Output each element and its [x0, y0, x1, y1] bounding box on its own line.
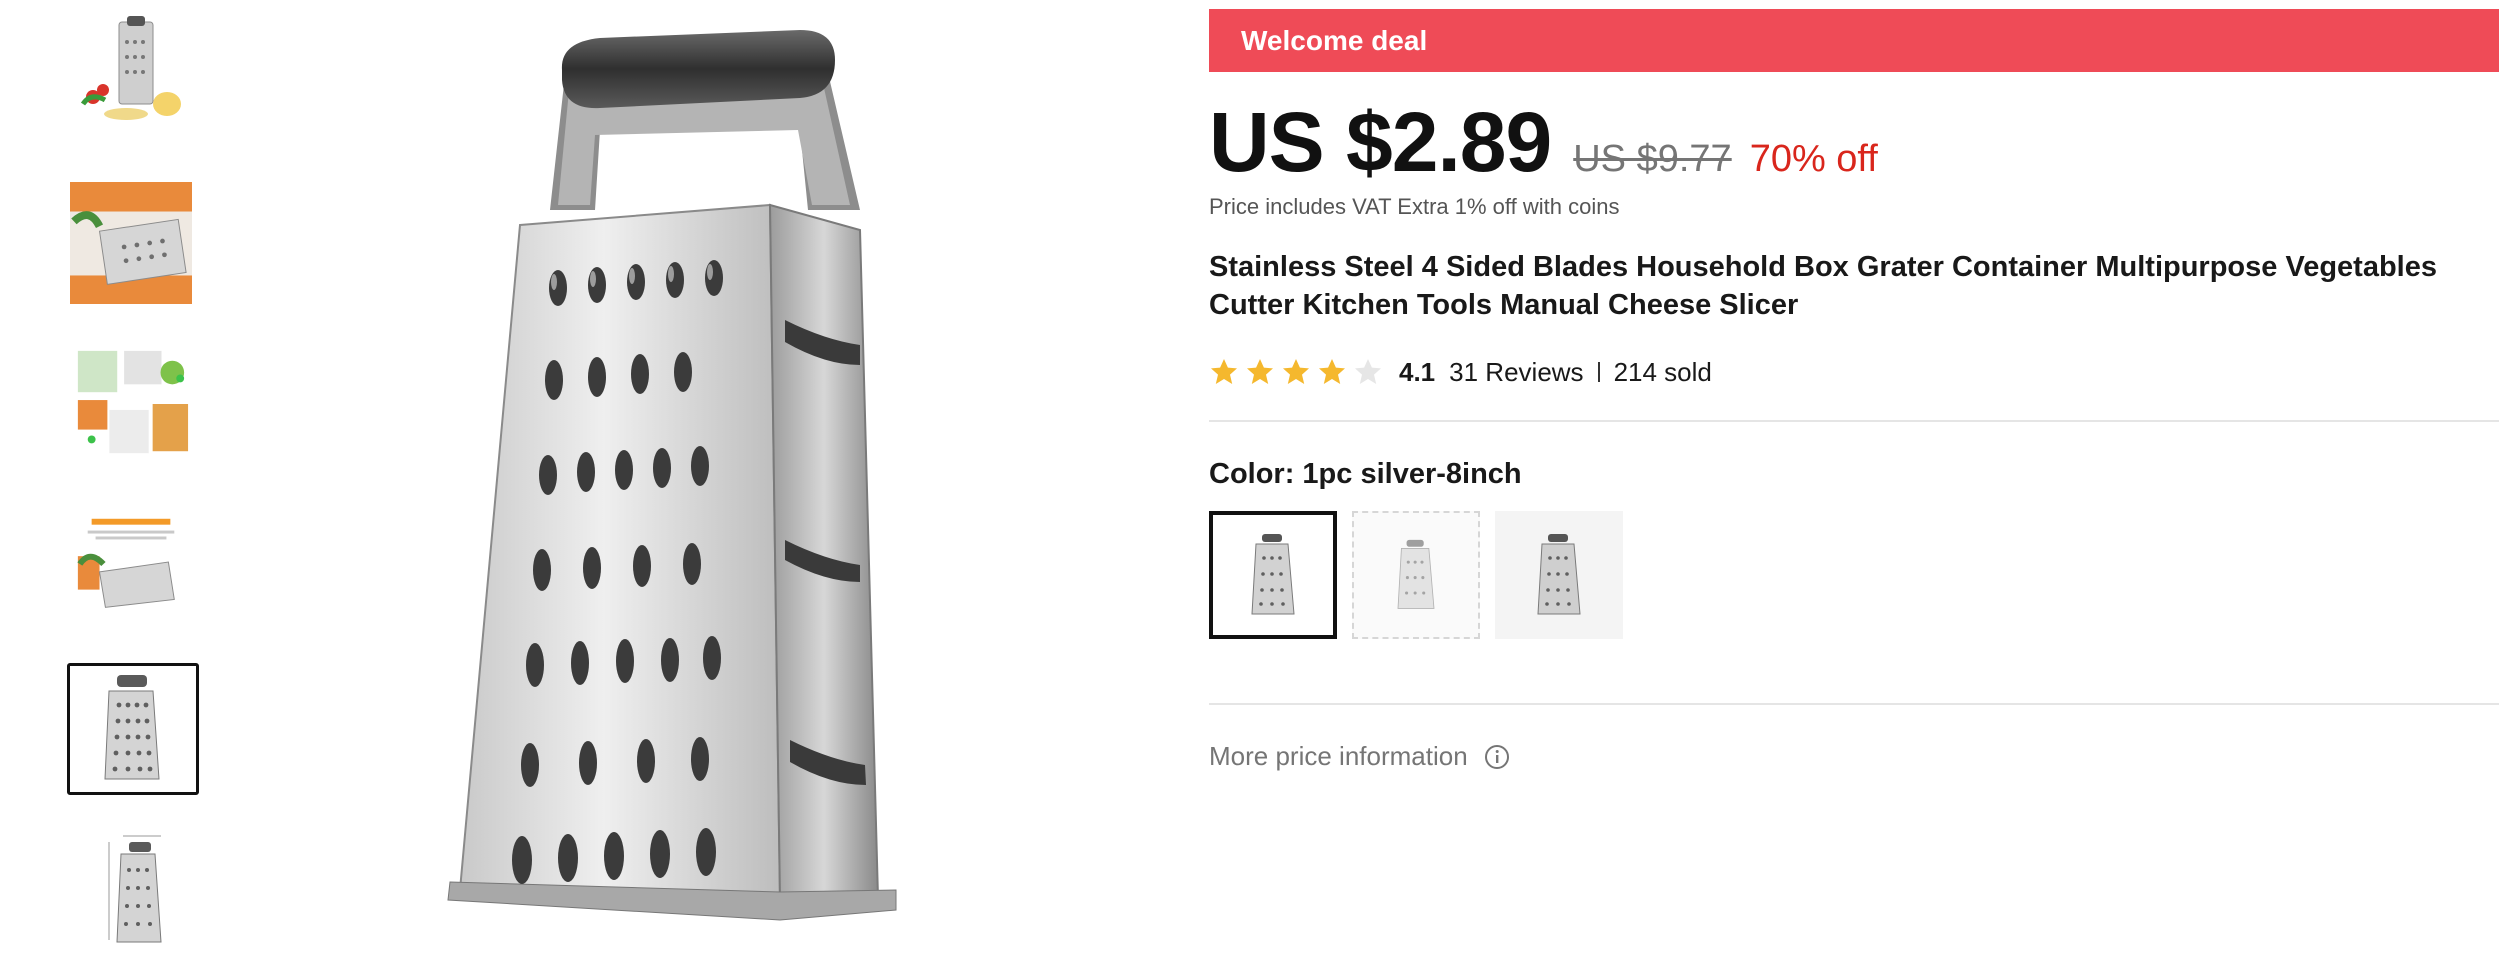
rating-row: 4.1 31 Reviews 214 sold	[1209, 352, 2499, 392]
color-swatch-1[interactable]	[1209, 511, 1337, 639]
star-icon	[1211, 359, 1237, 384]
thumbnail-5-image	[104, 675, 160, 780]
main-product-image[interactable]	[440, 20, 920, 940]
original-price: US $9.77	[1573, 138, 1732, 180]
thumbnail-3[interactable]	[67, 340, 195, 468]
price-note: Price includes VAT Extra 1% off with coi…	[1209, 194, 1620, 219]
thumbnail-1-image	[80, 16, 181, 120]
swatch-3-image	[1537, 534, 1581, 615]
box-grater-illustration	[447, 30, 897, 921]
thumbnail-3-image	[77, 350, 189, 454]
info-icon[interactable]	[1484, 744, 1510, 770]
thumbnail-4-image	[77, 518, 175, 608]
color-swatch-2[interactable]	[1352, 511, 1480, 639]
star-icon	[1319, 359, 1345, 384]
thumbnail-4[interactable]	[67, 502, 195, 630]
more-price-label: More price information	[1209, 741, 1468, 771]
thumbnail-2[interactable]	[67, 179, 195, 307]
welcome-deal-banner: Welcome deal	[1209, 9, 2499, 72]
color-swatches	[1209, 511, 2499, 639]
swatch-2-image	[1397, 539, 1435, 609]
thumbnail-6-image	[108, 835, 162, 943]
rating-score: 4.1	[1399, 356, 1436, 387]
thumbnail-1[interactable]	[67, 8, 195, 136]
star-rating	[1209, 357, 1383, 387]
sold-count: 214 sold	[1613, 356, 1712, 387]
more-price-information[interactable]: More price information	[1209, 741, 2499, 772]
product-title: Stainless Steel 4 Sided Blades Household…	[1209, 251, 2437, 321]
reviews-link[interactable]: 31 Reviews	[1449, 357, 1583, 388]
swatch-1-image	[1251, 534, 1295, 615]
star-icon	[1247, 359, 1273, 384]
color-label: Color: 1pc silver-8inch	[1209, 458, 1522, 490]
color-swatch-3[interactable]	[1495, 511, 1623, 639]
thumbnail-2-image	[70, 182, 192, 304]
separator	[1597, 362, 1600, 382]
star-icon	[1355, 359, 1381, 384]
star-icon	[1283, 359, 1309, 384]
divider	[1209, 703, 2499, 705]
price-row: US $2.89 US $9.77 70% off	[1209, 94, 2499, 189]
thumbnail-5[interactable]	[67, 663, 199, 795]
product-info-panel: Welcome deal US $2.89 US $9.77 70% off P…	[1209, 9, 2499, 772]
current-price: US $2.89	[1209, 95, 1552, 189]
discount-label: 70% off	[1749, 138, 1878, 180]
thumbnail-6[interactable]	[67, 824, 195, 952]
divider	[1209, 420, 2499, 422]
